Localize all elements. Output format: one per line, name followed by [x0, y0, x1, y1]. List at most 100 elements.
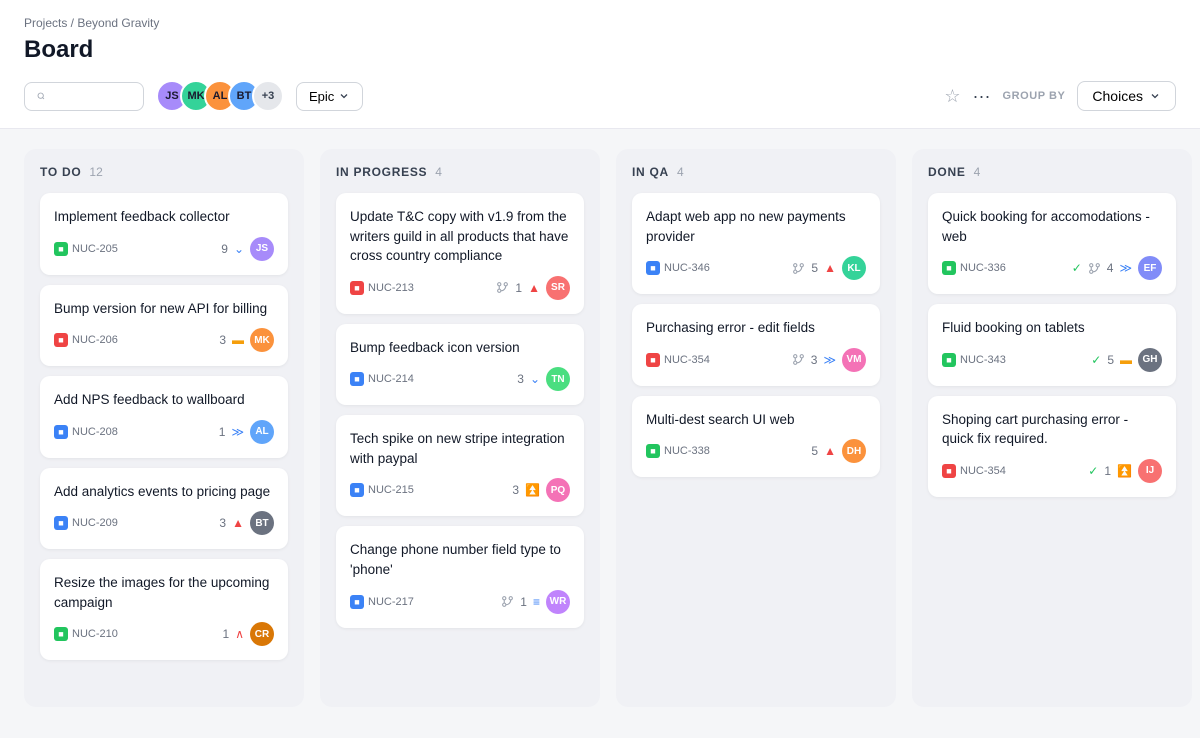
- ticket-icon: ■: [350, 483, 364, 497]
- meta-count: 1: [520, 595, 527, 609]
- branch-icon: [501, 595, 514, 608]
- card-avatar: IJ: [1138, 459, 1162, 483]
- column-header: DONE 4: [928, 165, 1176, 179]
- ticket-id: ■ NUC-336: [942, 261, 1006, 275]
- column-count: 12: [89, 165, 102, 179]
- ticket-icon: ■: [646, 353, 660, 367]
- epic-filter-button[interactable]: Epic: [296, 82, 363, 111]
- card[interactable]: Shoping cart purchasing error - quick fi…: [928, 396, 1176, 497]
- card[interactable]: Change phone number field type to 'phone…: [336, 526, 584, 627]
- card-title: Quick booking for accomodations - web: [942, 207, 1162, 246]
- card[interactable]: Quick booking for accomodations - web ■ …: [928, 193, 1176, 294]
- ticket-icon: ■: [350, 595, 364, 609]
- choices-label: Choices: [1092, 88, 1143, 104]
- card-title: Change phone number field type to 'phone…: [350, 540, 570, 579]
- card[interactable]: Tech spike on new stripe integration wit…: [336, 415, 584, 516]
- card-meta: 3 ▲ BT: [219, 511, 274, 535]
- meta-count: 3: [512, 483, 519, 497]
- choices-button[interactable]: Choices: [1077, 81, 1176, 111]
- meta-count: 5: [811, 444, 818, 458]
- search-box[interactable]: [24, 82, 144, 111]
- card-avatar: KL: [842, 256, 866, 280]
- card[interactable]: Adapt web app no new payments provider ■…: [632, 193, 880, 294]
- card-footer: ■ NUC-209 3 ▲ BT: [54, 511, 274, 535]
- check-icon: ✓: [1072, 261, 1082, 275]
- column-title: TO DO: [40, 165, 81, 179]
- card-title: Bump version for new API for billing: [54, 299, 274, 319]
- ticket-id: ■ NUC-209: [54, 516, 118, 530]
- column-header: IN PROGRESS 4: [336, 165, 584, 179]
- star-button[interactable]: ☆: [944, 86, 960, 107]
- epic-label: Epic: [309, 89, 334, 104]
- card[interactable]: Bump feedback icon version ■ NUC-214 3 ⌄…: [336, 324, 584, 406]
- card-meta: 5 ▲ KL: [792, 256, 866, 280]
- card-title: Fluid booking on tablets: [942, 318, 1162, 338]
- column-done: DONE 4 Quick booking for accomodations -…: [912, 149, 1192, 707]
- card-footer: ■ NUC-210 1 ∧ CR: [54, 622, 274, 646]
- board: TO DO 12 Implement feedback collector ■ …: [0, 129, 1200, 727]
- card[interactable]: Fluid booking on tablets ■ NUC-343 ✓ 5 ▬…: [928, 304, 1176, 386]
- card[interactable]: Bump version for new API for billing ■ N…: [40, 285, 288, 367]
- check-icon: ✓: [1088, 464, 1098, 478]
- ticket-id: ■ NUC-354: [942, 464, 1006, 478]
- card[interactable]: Add analytics events to pricing page ■ N…: [40, 468, 288, 550]
- column-count: 4: [435, 165, 442, 179]
- branch-icon: [1088, 262, 1101, 275]
- card-footer: ■ NUC-354 ✓ 1 ⏫ IJ: [942, 459, 1162, 483]
- ticket-icon: ■: [54, 627, 68, 641]
- card-footer: ■ NUC-213 1 ▲ SR: [350, 276, 570, 300]
- ticket-icon: ■: [54, 425, 68, 439]
- card-footer: ■ NUC-343 ✓ 5 ▬ GH: [942, 348, 1162, 372]
- card-avatar: GH: [1138, 348, 1162, 372]
- column-inqa: IN QA 4 Adapt web app no new payments pr…: [616, 149, 896, 707]
- card-footer: ■ NUC-206 3 ▬ MK: [54, 328, 274, 352]
- card-title: Resize the images for the upcoming campa…: [54, 573, 274, 612]
- card-avatar: TN: [546, 367, 570, 391]
- card-avatar: PQ: [546, 478, 570, 502]
- ticket-id: ■ NUC-354: [646, 353, 710, 367]
- chevron-down-icon: [1149, 90, 1161, 102]
- card-title: Update T&C copy with v1.9 from the write…: [350, 207, 570, 266]
- toolbar: JS MK AL BT +3 Epic ☆ ··· GROUP BY Choic…: [24, 80, 1176, 128]
- column-header: TO DO 12: [40, 165, 288, 179]
- card-footer: ■ NUC-215 3 ⏫ PQ: [350, 478, 570, 502]
- group-by-label: GROUP BY: [1003, 90, 1066, 102]
- branch-icon: [496, 281, 509, 294]
- branch-icon: [792, 353, 805, 366]
- ticket-id: ■ NUC-205: [54, 242, 118, 256]
- card-title: Shoping cart purchasing error - quick fi…: [942, 410, 1162, 449]
- card-title: Add analytics events to pricing page: [54, 482, 274, 502]
- check-icon: ✓: [1091, 353, 1101, 367]
- card[interactable]: Resize the images for the upcoming campa…: [40, 559, 288, 660]
- column-title: DONE: [928, 165, 966, 179]
- avatar-overflow: +3: [252, 80, 284, 112]
- card[interactable]: Add NPS feedback to wallboard ■ NUC-208 …: [40, 376, 288, 458]
- meta-count: 3: [517, 372, 524, 386]
- card-meta: 3 ⌄ TN: [517, 367, 570, 391]
- ticket-id: ■ NUC-210: [54, 627, 118, 641]
- card-meta: 3 ≫ VM: [792, 348, 866, 372]
- ticket-icon: ■: [942, 353, 956, 367]
- card-title: Implement feedback collector: [54, 207, 274, 227]
- page-title: Board: [24, 36, 1176, 64]
- card[interactable]: Purchasing error - edit fields ■ NUC-354…: [632, 304, 880, 386]
- breadcrumb: Projects / Beyond Gravity: [24, 16, 1176, 30]
- card-meta: 3 ⏫ PQ: [512, 478, 570, 502]
- card[interactable]: Implement feedback collector ■ NUC-205 9…: [40, 193, 288, 275]
- card[interactable]: Multi-dest search UI web ■ NUC-338 5 ▲ D…: [632, 396, 880, 478]
- ticket-id: ■ NUC-213: [350, 281, 414, 295]
- ticket-icon: ■: [350, 372, 364, 386]
- meta-count: 5: [811, 261, 818, 275]
- card[interactable]: Update T&C copy with v1.9 from the write…: [336, 193, 584, 314]
- card-meta: ✓ 4 ≫ EF: [1072, 256, 1162, 280]
- more-button[interactable]: ···: [973, 86, 991, 107]
- header-right: ☆ ··· GROUP BY Choices: [944, 81, 1176, 111]
- ticket-id: ■ NUC-217: [350, 595, 414, 609]
- ticket-icon: ■: [54, 333, 68, 347]
- card-meta: 1 ≫ AL: [219, 420, 274, 444]
- column-header: IN QA 4: [632, 165, 880, 179]
- column-count: 4: [974, 165, 981, 179]
- ticket-id: ■ NUC-346: [646, 261, 710, 275]
- search-input[interactable]: [51, 89, 131, 104]
- card-title: Add NPS feedback to wallboard: [54, 390, 274, 410]
